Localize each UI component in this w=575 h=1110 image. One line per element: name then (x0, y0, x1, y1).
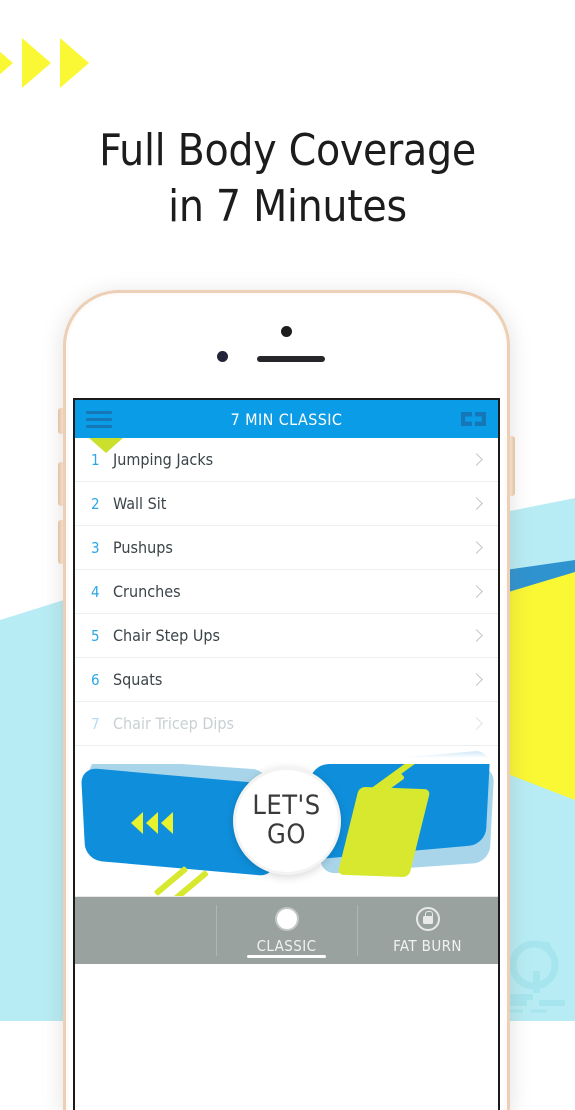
camera-icon (281, 326, 292, 337)
tab-classic[interactable]: CLASSIC (216, 897, 357, 964)
volume-up-button[interactable] (58, 462, 63, 506)
list-item[interactable]: 4 Crunches (75, 570, 498, 614)
chevron-group (0, 38, 89, 88)
chevron-right-icon (22, 38, 51, 88)
exercise-label: Jumping Jacks (113, 450, 214, 469)
bottom-tab-bar: CLASSIC FAT BURN (75, 896, 498, 964)
exercise-number: 5 (91, 626, 100, 645)
exercise-label: Squats (113, 670, 163, 689)
screen-content-below-tabs (75, 964, 498, 1034)
exercise-number: 2 (91, 494, 100, 513)
exercise-number: 6 (91, 670, 100, 689)
chevron-right-icon (470, 497, 483, 510)
list-item[interactable]: 2 Wall Sit (75, 482, 498, 526)
lock-icon (415, 906, 440, 931)
app-bar-title: 7 MIN CLASSIC (230, 409, 343, 429)
cta-line-2: GO (267, 819, 306, 850)
triple-arrow-left-icon (131, 812, 173, 834)
silent-switch[interactable] (58, 408, 63, 434)
exercise-label: Chair Step Ups (113, 626, 221, 645)
exercise-label: Crunches (113, 582, 181, 601)
circle-icon (274, 906, 299, 931)
chevron-right-icon (470, 673, 483, 686)
list-item[interactable]: 6 Squats (75, 658, 498, 702)
phone-mockup: 7 MIN CLASSIC 1 Jumping Jacks 2 Wall Sit… (58, 290, 515, 1110)
power-button[interactable] (510, 436, 515, 496)
cta-hero: LET'S GO (75, 746, 498, 896)
proximity-sensor-icon (217, 351, 228, 362)
list-item[interactable]: 3 Pushups (75, 526, 498, 570)
headline-line-1: Full Body Coverage (99, 125, 476, 176)
exercise-list: 1 Jumping Jacks 2 Wall Sit 3 Pushups 4 C… (75, 438, 498, 746)
tab-label: CLASSIC (256, 936, 317, 955)
list-fade-overlay (75, 746, 498, 764)
volume-down-button[interactable] (58, 520, 63, 564)
tab-empty-slot[interactable] (75, 897, 216, 964)
tab-fat-burn[interactable]: FAT BURN (357, 897, 498, 964)
exercise-label: Pushups (113, 538, 173, 557)
chevron-right-icon (0, 38, 13, 88)
exercise-number: 7 (91, 714, 100, 733)
tab-label: FAT BURN (393, 936, 462, 955)
list-item[interactable]: 5 Chair Step Ups (75, 614, 498, 658)
hamburger-menu-icon[interactable] (86, 410, 112, 428)
app-bar: 7 MIN CLASSIC (75, 400, 498, 438)
site-watermark-logo (507, 940, 565, 1013)
promo-headline: Full Body Coverage in 7 Minutes (0, 123, 575, 235)
exercise-number: 1 (91, 450, 100, 469)
chevron-right-icon (470, 541, 483, 554)
earpiece-speaker-icon (256, 356, 325, 362)
exercise-label: Chair Tricep Dips (113, 714, 235, 733)
chevron-right-icon (470, 453, 483, 466)
lime-notch-marker (89, 438, 123, 453)
cta-line-1: LET'S (252, 790, 321, 822)
list-item[interactable]: 1 Jumping Jacks (75, 438, 498, 482)
lets-go-button[interactable]: LET'S GO (232, 767, 341, 875)
chevron-right-icon (470, 717, 483, 730)
chevron-right-icon (60, 38, 89, 88)
list-item[interactable]: 7 Chair Tricep Dips (75, 702, 498, 746)
chevron-right-icon (470, 629, 483, 642)
headline-line-2: in 7 Minutes (168, 180, 407, 232)
exercise-label: Wall Sit (113, 494, 167, 513)
exercise-number: 3 (91, 538, 100, 557)
exercise-number: 4 (91, 582, 100, 601)
cast-connect-icon[interactable] (461, 412, 487, 426)
chevron-right-icon (470, 585, 483, 598)
phone-screen: 7 MIN CLASSIC 1 Jumping Jacks 2 Wall Sit… (73, 398, 500, 1110)
